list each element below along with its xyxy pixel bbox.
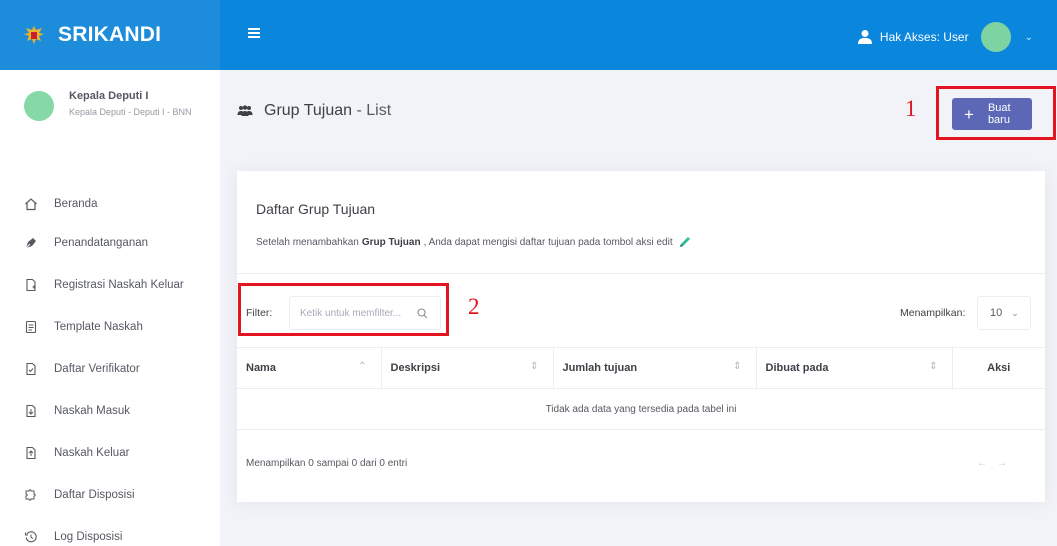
table-toolbar: Filter: Menampilkan: 10 ⌄ [237, 274, 1045, 347]
sort-icon: ⇕ [929, 361, 938, 372]
puzzle-icon [24, 488, 38, 502]
panel-description: Setelah menambahkan Grup Tujuan , Anda d… [256, 235, 1045, 249]
sidebar-item-template-naskah[interactable]: Template Naskah [0, 306, 220, 348]
sidebar-item-label: Log Disposisi [54, 531, 123, 543]
sidebar-item-log-disposisi[interactable]: Log Disposisi [0, 516, 220, 546]
page-size-label: Menampilkan: [900, 307, 966, 319]
file-check-icon [24, 362, 38, 376]
sidebar: Kepala Deputi I Kepala Deputi - Deputi I… [0, 70, 220, 546]
prev-page-button[interactable]: ← [977, 458, 997, 469]
sidebar-item-label: Daftar Verifikator [54, 363, 140, 375]
filter-field[interactable] [289, 296, 441, 330]
sidebar-item-label: Naskah Keluar [54, 447, 130, 459]
sidebar-item-daftar-disposisi[interactable]: Daftar Disposisi [0, 474, 220, 516]
sidebar-menu: Beranda Penandatanganan Registrasi Naska… [0, 186, 220, 546]
description-text-after: , Anda dapat mengisi daftar tujuan pada … [423, 236, 673, 248]
brand[interactable]: SRIKANDI [0, 0, 220, 70]
page-size-value: 10 [990, 307, 1003, 319]
sidebar-item-beranda[interactable]: Beranda [0, 186, 220, 222]
user-icon [857, 30, 872, 44]
sidebar-item-naskah-masuk[interactable]: Naskah Masuk [0, 390, 220, 432]
page-size-select[interactable]: 10 ⌄ [977, 296, 1031, 330]
column-header-dibuat-pada[interactable]: Dibuat pada ⇕ [756, 347, 953, 389]
column-label: Aksi [987, 362, 1011, 374]
sidebar-item-label: Template Naskah [54, 321, 143, 333]
column-label: Deskripsi [390, 362, 441, 374]
top-header: Hak Akses: User ⌄ [220, 0, 1057, 70]
page-title: Grup Tujuan - List [264, 102, 391, 120]
page-header: Grup Tujuan - List [237, 102, 391, 120]
search-icon [417, 308, 428, 319]
sort-icon: ⇕ [530, 361, 539, 372]
file-add-icon [24, 278, 38, 292]
description-bold: Grup Tujuan [361, 236, 421, 248]
pagination-info: Menampilkan 0 sampai 0 dari 0 entri [246, 458, 408, 469]
garuda-emblem-icon [24, 26, 44, 44]
new-button-label: Buat baru [987, 102, 1011, 126]
history-icon [24, 530, 38, 544]
user-menu[interactable]: Hak Akses: User ⌄ [857, 22, 1033, 52]
page-title-suffix: - List [352, 102, 392, 119]
sidebar-item-label: Beranda [54, 198, 98, 210]
filter-label: Filter: [246, 307, 273, 319]
table-row: Tidak ada data yang tersedia pada tabel … [237, 388, 1045, 430]
description-text: Setelah menambahkan [256, 236, 359, 248]
profile-name: Kepala Deputi I [69, 90, 149, 102]
users-icon [237, 105, 253, 116]
panel-title: Daftar Grup Tujuan [256, 201, 376, 217]
sidebar-item-label: Naskah Masuk [54, 405, 131, 417]
next-page-button[interactable]: → [997, 458, 1017, 469]
pen-nib-icon [24, 236, 38, 250]
sidebar-item-label: Penandatanganan [54, 237, 149, 249]
column-label: Jumlah tujuan [562, 362, 638, 374]
home-icon [24, 197, 38, 211]
pagination: ←→ [977, 458, 1017, 469]
sidebar-item-label: Registrasi Naskah Keluar [54, 279, 184, 291]
profile-subtitle: Kepala Deputi - Deputi I - BNN [69, 107, 192, 117]
column-header-nama[interactable]: Nama ⌃ [237, 347, 382, 389]
document-icon [24, 320, 38, 334]
data-table: Nama ⌃ Deskripsi ⇕ Jumlah tujuan ⇕ Dibuat p… [237, 347, 1045, 430]
user-profile: Kepala Deputi I Kepala Deputi - Deputi I… [0, 70, 220, 158]
sidebar-item-registrasi-naskah-keluar[interactable]: Registrasi Naskah Keluar [0, 264, 220, 306]
brand-name: SRIKANDI [58, 23, 162, 46]
column-header-aksi: Aksi [952, 347, 1045, 389]
panel-header: Daftar Grup Tujuan Setelah menambahkan G… [237, 171, 1045, 274]
annotation-number-1: 1 [905, 96, 917, 121]
annotation-number-2: 2 [468, 294, 480, 319]
sort-asc-icon: ⌃ [358, 361, 367, 372]
column-label: Nama [246, 362, 276, 374]
sidebar-item-label: Daftar Disposisi [54, 489, 135, 501]
empty-message: Tidak ada data yang tersedia pada tabel … [237, 388, 1045, 430]
sidebar-item-penandatanganan[interactable]: Penandatanganan [0, 222, 220, 264]
chevron-down-icon[interactable]: ⌄ [1025, 32, 1033, 43]
chevron-down-icon: ⌄ [1011, 307, 1019, 318]
column-header-jumlah-tujuan[interactable]: Jumlah tujuan ⇕ [553, 347, 757, 389]
avatar[interactable] [980, 22, 1011, 52]
sidebar-item-daftar-verifikator[interactable]: Daftar Verifikator [0, 348, 220, 390]
avatar [24, 91, 54, 121]
column-label: Dibuat pada [765, 362, 829, 374]
file-upload-icon [24, 446, 38, 460]
new-button[interactable]: + Buat baru [952, 98, 1032, 130]
pencil-icon [679, 237, 690, 247]
plus-icon: + [964, 104, 974, 124]
search-input[interactable] [300, 307, 418, 319]
sidebar-item-naskah-keluar[interactable]: Naskah Keluar [0, 432, 220, 474]
hamburger-icon[interactable] [248, 28, 260, 40]
column-header-deskripsi[interactable]: Deskripsi ⇕ [381, 347, 554, 389]
sort-icon: ⇕ [733, 361, 742, 372]
role-label: Hak Akses: User [879, 30, 969, 44]
list-panel: Daftar Grup Tujuan Setelah menambahkan G… [237, 171, 1045, 502]
page-title-main: Grup Tujuan [264, 102, 353, 119]
file-download-icon [24, 404, 38, 418]
